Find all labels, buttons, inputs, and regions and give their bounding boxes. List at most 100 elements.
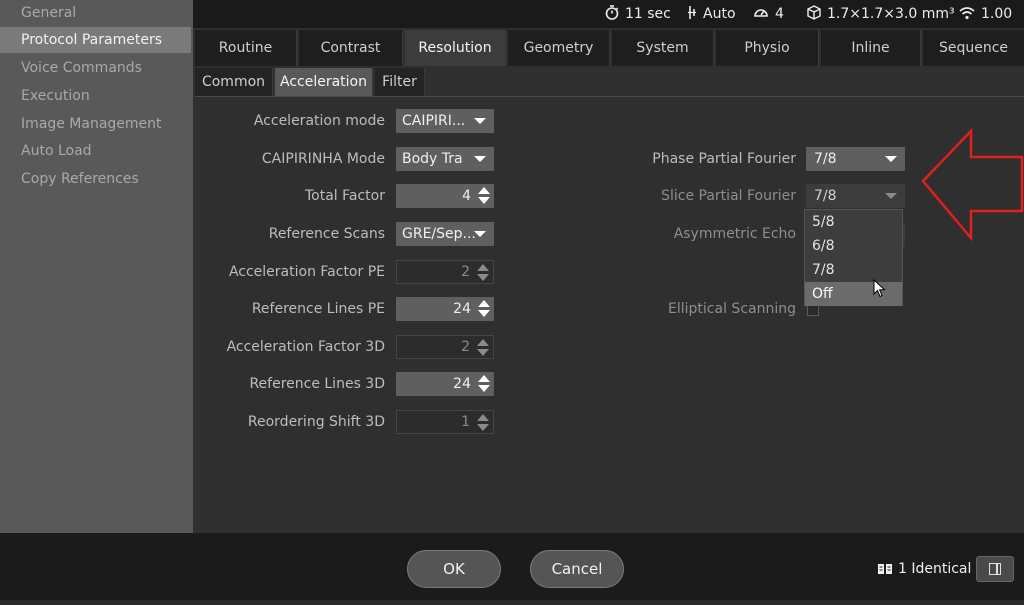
acceleration-mode-label: Acceleration mode: [253, 113, 385, 129]
sidebar-item-label: General: [21, 5, 77, 21]
subtab-filter[interactable]: Filter: [375, 68, 425, 96]
sidebar-item-label: Copy References: [21, 171, 139, 187]
subtab-divider: [195, 96, 1024, 97]
tab-system[interactable]: System: [612, 30, 714, 66]
slice-partial-fourier-value: 7/8: [814, 188, 837, 204]
sidebar-item-execution[interactable]: Execution: [0, 83, 193, 109]
sidebar-item-protocol-parameters[interactable]: Protocol Parameters: [0, 27, 191, 53]
dropdown-option-off[interactable]: Off: [805, 282, 902, 306]
acceleration-factor-3d-label: Acceleration Factor 3D: [226, 339, 385, 355]
elliptical-scanning-label: Elliptical Scanning: [668, 301, 796, 317]
sidebar-item-auto-load[interactable]: Auto Load: [0, 138, 193, 164]
acceleration-factor-3d-value: 2: [461, 339, 470, 355]
spinner-arrows-icon[interactable]: [477, 300, 491, 318]
subtab-common[interactable]: Common: [195, 68, 273, 96]
caret-down-icon: [885, 193, 897, 199]
identical-label: 1 Identical: [898, 561, 972, 577]
cube-icon: [807, 5, 821, 20]
snr-value: 1.00: [981, 6, 1013, 22]
count-value: 4: [775, 6, 784, 22]
acceleration-factor-pe-label: Acceleration Factor PE: [228, 264, 385, 280]
sidebar: General Protocol Parameters Voice Comman…: [0, 0, 193, 533]
status-bar: 11 sec Auto 4 1.7×1.7×3.0 mm³ 1.00: [193, 0, 1024, 28]
sidebar-item-general[interactable]: General: [0, 0, 193, 26]
reference-scans-select[interactable]: GRE/Sep...: [396, 222, 494, 246]
caret-down-icon: [474, 231, 486, 237]
acceleration-factor-3d-stepper: 2: [396, 335, 494, 359]
voxel-indicator: 1.7×1.7×3.0 mm³: [807, 5, 955, 23]
reference-lines-pe-stepper[interactable]: 24: [396, 297, 494, 321]
reference-scans-value: GRE/Sep...: [402, 226, 476, 242]
reference-scans-label: Reference Scans: [268, 226, 385, 242]
caipirinha-mode-value: Body Tra: [402, 151, 463, 167]
caipirinha-mode-label: CAIPIRINHA Mode: [261, 151, 385, 167]
caipirinha-mode-select[interactable]: Body Tra: [396, 147, 494, 171]
reference-lines-3d-label: Reference Lines 3D: [249, 376, 385, 392]
dropdown-option-6-8[interactable]: 6/8: [805, 234, 902, 258]
slice-partial-fourier-select[interactable]: 7/8: [806, 184, 905, 208]
reference-lines-3d-value: 24: [453, 376, 471, 392]
spinner-arrows-icon[interactable]: [477, 375, 491, 393]
tab-routine[interactable]: Routine: [195, 30, 297, 66]
scan-time-indicator: 11 sec: [605, 5, 671, 23]
mode-indicator: Auto: [687, 5, 736, 23]
dropdown-option-7-8[interactable]: 7/8: [805, 258, 902, 282]
count-indicator: 4: [753, 5, 784, 23]
stopwatch-icon: [605, 5, 619, 20]
acceleration-mode-value: CAIPIRI...: [402, 113, 466, 129]
phase-partial-fourier-label: Phase Partial Fourier: [652, 151, 796, 167]
phase-partial-fourier-select[interactable]: 7/8: [806, 147, 905, 171]
voxel-value: 1.7×1.7×3.0 mm³: [827, 6, 955, 22]
sidebar-item-label: Image Management: [21, 116, 162, 132]
tab-sequence[interactable]: Sequence: [923, 30, 1024, 66]
slice-partial-fourier-dropdown: 5/8 6/8 7/8 Off: [804, 209, 903, 306]
acceleration-mode-select[interactable]: CAIPIRI...: [396, 109, 494, 133]
caret-down-icon: [474, 118, 486, 124]
reference-lines-pe-label: Reference Lines PE: [251, 301, 385, 317]
sidebar-item-voice-commands[interactable]: Voice Commands: [0, 55, 193, 81]
annotation-arrow-icon: [921, 128, 1024, 242]
identical-indicator[interactable]: 1 Identical: [877, 559, 971, 579]
main-tabs: Routine Contrast Resolution Geometry Sys…: [195, 30, 1024, 66]
reordering-shift-3d-label: Reordering Shift 3D: [247, 414, 385, 430]
view-toggle-button[interactable]: [976, 556, 1014, 582]
tab-inline[interactable]: Inline: [821, 30, 921, 66]
scan-time-value: 11 sec: [625, 6, 671, 22]
tab-geometry[interactable]: Geometry: [508, 30, 610, 66]
reference-lines-3d-stepper[interactable]: 24: [396, 372, 494, 396]
reordering-shift-3d-value: 1: [461, 414, 470, 430]
spinner-arrows-icon[interactable]: [477, 187, 491, 205]
acceleration-factor-pe-stepper: 2: [396, 260, 494, 284]
reference-lines-pe-value: 24: [453, 301, 471, 317]
tab-physio[interactable]: Physio: [716, 30, 819, 66]
subtab-acceleration[interactable]: Acceleration: [275, 68, 373, 96]
spinner-arrows-icon: [476, 339, 490, 357]
footer-strip: [0, 600, 1024, 605]
sidebar-item-label: Execution: [21, 88, 90, 104]
dropdown-option-5-8[interactable]: 5/8: [805, 210, 902, 234]
caret-down-icon: [474, 156, 486, 162]
bottom-bar: [0, 533, 1024, 605]
acceleration-factor-pe-value: 2: [461, 264, 470, 280]
tab-contrast[interactable]: Contrast: [299, 30, 403, 66]
tab-resolution[interactable]: Resolution: [405, 30, 506, 66]
mouse-cursor-icon: [873, 279, 886, 298]
gauge-icon: [754, 9, 768, 17]
sidebar-item-copy-references[interactable]: Copy References: [0, 166, 193, 192]
cancel-button[interactable]: Cancel: [530, 550, 624, 588]
slice-partial-fourier-label: Slice Partial Fourier: [661, 188, 796, 204]
total-factor-stepper[interactable]: 4: [396, 184, 494, 208]
sidebar-item-label: Voice Commands: [21, 60, 142, 76]
ok-button[interactable]: OK: [407, 550, 501, 588]
sidebar-item-image-management[interactable]: Image Management: [0, 111, 193, 137]
total-factor-value: 4: [462, 188, 471, 204]
signal-mode-icon: [688, 6, 696, 19]
total-factor-label: Total Factor: [304, 188, 385, 204]
caret-down-icon: [885, 156, 897, 162]
spinner-arrows-icon: [476, 414, 490, 432]
sidebar-item-label: Auto Load: [21, 143, 92, 159]
mode-value: Auto: [703, 6, 736, 22]
book-icon: [878, 564, 892, 574]
phase-partial-fourier-value: 7/8: [814, 151, 837, 167]
spinner-arrows-icon: [476, 264, 490, 282]
